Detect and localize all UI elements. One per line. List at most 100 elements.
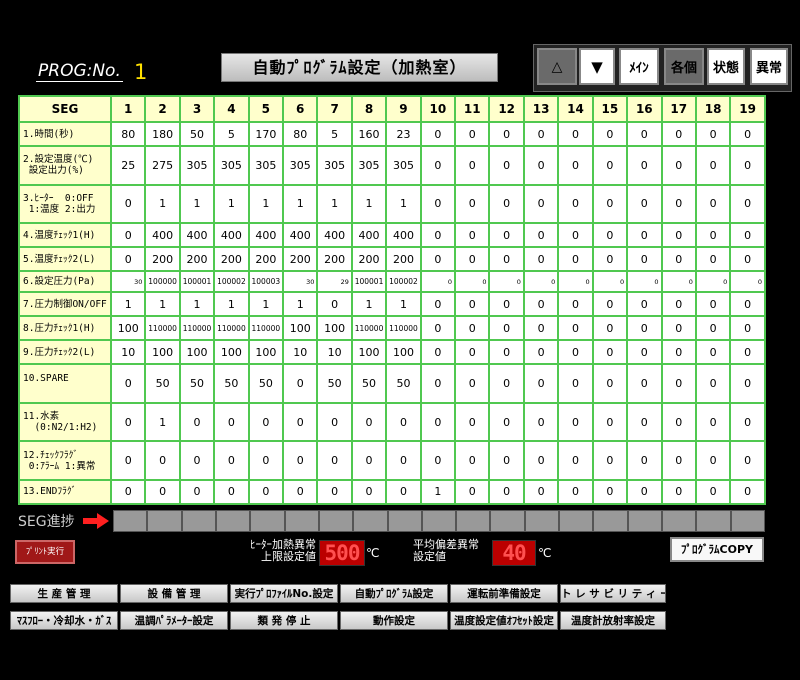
table-cell[interactable]: 0 [454, 315, 491, 342]
table-cell[interactable]: 100001 [350, 270, 388, 294]
table-cell[interactable]: 305 [213, 145, 250, 186]
table-cell[interactable]: 100001 [178, 270, 216, 294]
table-cell[interactable]: 1 [213, 291, 250, 318]
table-cell[interactable]: 10 [282, 339, 319, 366]
table-cell[interactable]: 0 [213, 401, 250, 443]
menu-button[interactable]: 温度設定値ｵﾌｾｯﾄ設定 [450, 611, 558, 630]
table-cell[interactable]: 0 [213, 478, 250, 506]
table-cell[interactable]: 0 [694, 401, 732, 443]
table-cell[interactable]: 0 [419, 363, 457, 404]
menu-button[interactable]: 類 発 停 止 [230, 611, 338, 630]
table-cell[interactable]: 100002 [385, 270, 422, 294]
table-cell[interactable]: 110000 [350, 315, 388, 342]
table-cell[interactable]: 0 [729, 120, 766, 148]
prog-number-value[interactable]: 1 [134, 60, 147, 84]
table-cell[interactable]: 0 [282, 440, 319, 481]
table-cell[interactable]: 0 [626, 145, 663, 186]
menu-button[interactable]: 設 備 管 理 [120, 584, 228, 603]
table-cell[interactable]: 0 [454, 246, 491, 273]
table-cell[interactable]: 5 [213, 120, 250, 148]
table-cell[interactable]: 0 [522, 363, 560, 404]
table-cell[interactable]: 0 [557, 478, 594, 506]
table-cell[interactable]: 0 [694, 120, 732, 148]
table-cell[interactable]: 0 [178, 401, 216, 443]
table-cell[interactable]: 50 [247, 363, 285, 404]
table-cell[interactable]: 0 [694, 291, 732, 318]
table-cell[interactable]: 0 [729, 246, 766, 273]
table-cell[interactable]: 0 [591, 183, 629, 225]
table-cell[interactable]: 0 [144, 440, 181, 481]
status-button[interactable]: 状態 [707, 48, 745, 85]
table-cell[interactable]: 1 [350, 291, 388, 318]
table-cell[interactable]: 0 [282, 478, 319, 506]
table-cell[interactable]: 1 [247, 291, 285, 318]
table-cell[interactable]: 170 [247, 120, 285, 148]
table-cell[interactable]: 0 [591, 401, 629, 443]
table-cell[interactable]: 1 [247, 183, 285, 225]
table-cell[interactable]: 0 [522, 291, 560, 318]
table-cell[interactable]: 1 [144, 401, 181, 443]
table-cell[interactable]: 0 [626, 291, 663, 318]
table-cell[interactable]: 50 [213, 363, 250, 404]
table-cell[interactable]: 0 [419, 120, 457, 148]
table-cell[interactable]: 0 [557, 401, 594, 443]
table-cell[interactable]: 100 [385, 339, 422, 366]
table-cell[interactable]: 0 [557, 339, 594, 366]
table-cell[interactable]: 100 [109, 315, 147, 342]
table-cell[interactable]: 0 [247, 401, 285, 443]
table-cell[interactable]: 0 [660, 222, 697, 249]
table-cell[interactable]: 0 [591, 291, 629, 318]
table-cell[interactable]: 0 [626, 270, 663, 294]
table-cell[interactable]: 0 [454, 183, 491, 225]
table-cell[interactable]: 0 [591, 440, 629, 481]
table-cell[interactable]: 0 [626, 363, 663, 404]
table-cell[interactable]: 275 [144, 145, 181, 186]
table-cell[interactable]: 0 [109, 440, 147, 481]
table-cell[interactable]: 0 [557, 145, 594, 186]
table-cell[interactable]: 0 [488, 315, 525, 342]
table-cell[interactable]: 100 [350, 339, 388, 366]
table-cell[interactable]: 0 [419, 246, 457, 273]
table-cell[interactable]: 0 [316, 401, 353, 443]
table-cell[interactable]: 0 [454, 478, 491, 506]
table-cell[interactable]: 0 [626, 120, 663, 148]
table-cell[interactable]: 0 [522, 339, 560, 366]
table-cell[interactable]: 0 [213, 440, 250, 481]
table-cell[interactable]: 50 [316, 363, 353, 404]
table-cell[interactable]: 1 [144, 291, 181, 318]
table-cell[interactable]: 25 [109, 145, 147, 186]
main-button[interactable]: ﾒｲﾝ [619, 48, 659, 85]
table-cell[interactable]: 0 [591, 339, 629, 366]
table-cell[interactable]: 100000 [144, 270, 181, 294]
table-cell[interactable]: 100 [247, 339, 285, 366]
table-cell[interactable]: 10 [109, 339, 147, 366]
table-cell[interactable]: 0 [488, 183, 525, 225]
table-cell[interactable]: 0 [350, 440, 388, 481]
table-cell[interactable]: 0 [454, 222, 491, 249]
table-cell[interactable]: 0 [488, 222, 525, 249]
table-cell[interactable]: 0 [419, 183, 457, 225]
table-cell[interactable]: 0 [694, 315, 732, 342]
table-cell[interactable]: 100 [213, 339, 250, 366]
table-cell[interactable]: 0 [557, 440, 594, 481]
table-cell[interactable]: 1 [282, 183, 319, 225]
table-cell[interactable]: 30 [282, 270, 319, 294]
table-cell[interactable]: 400 [316, 222, 353, 249]
menu-button[interactable]: 動作設定 [340, 611, 448, 630]
table-cell[interactable]: 0 [419, 145, 457, 186]
table-cell[interactable]: 0 [385, 401, 422, 443]
table-cell[interactable]: 0 [454, 145, 491, 186]
table-cell[interactable]: 0 [694, 145, 732, 186]
table-cell[interactable]: 0 [729, 315, 766, 342]
table-cell[interactable]: 305 [316, 145, 353, 186]
table-cell[interactable]: 0 [488, 478, 525, 506]
table-cell[interactable]: 0 [660, 363, 697, 404]
table-cell[interactable]: 0 [626, 401, 663, 443]
table-cell[interactable]: 0 [488, 363, 525, 404]
menu-button[interactable]: 運転前準備設定 [450, 584, 558, 603]
table-cell[interactable]: 0 [488, 145, 525, 186]
table-cell[interactable]: 23 [385, 120, 422, 148]
table-cell[interactable]: 0 [729, 183, 766, 225]
table-cell[interactable]: 0 [316, 291, 353, 318]
table-cell[interactable]: 160 [350, 120, 388, 148]
